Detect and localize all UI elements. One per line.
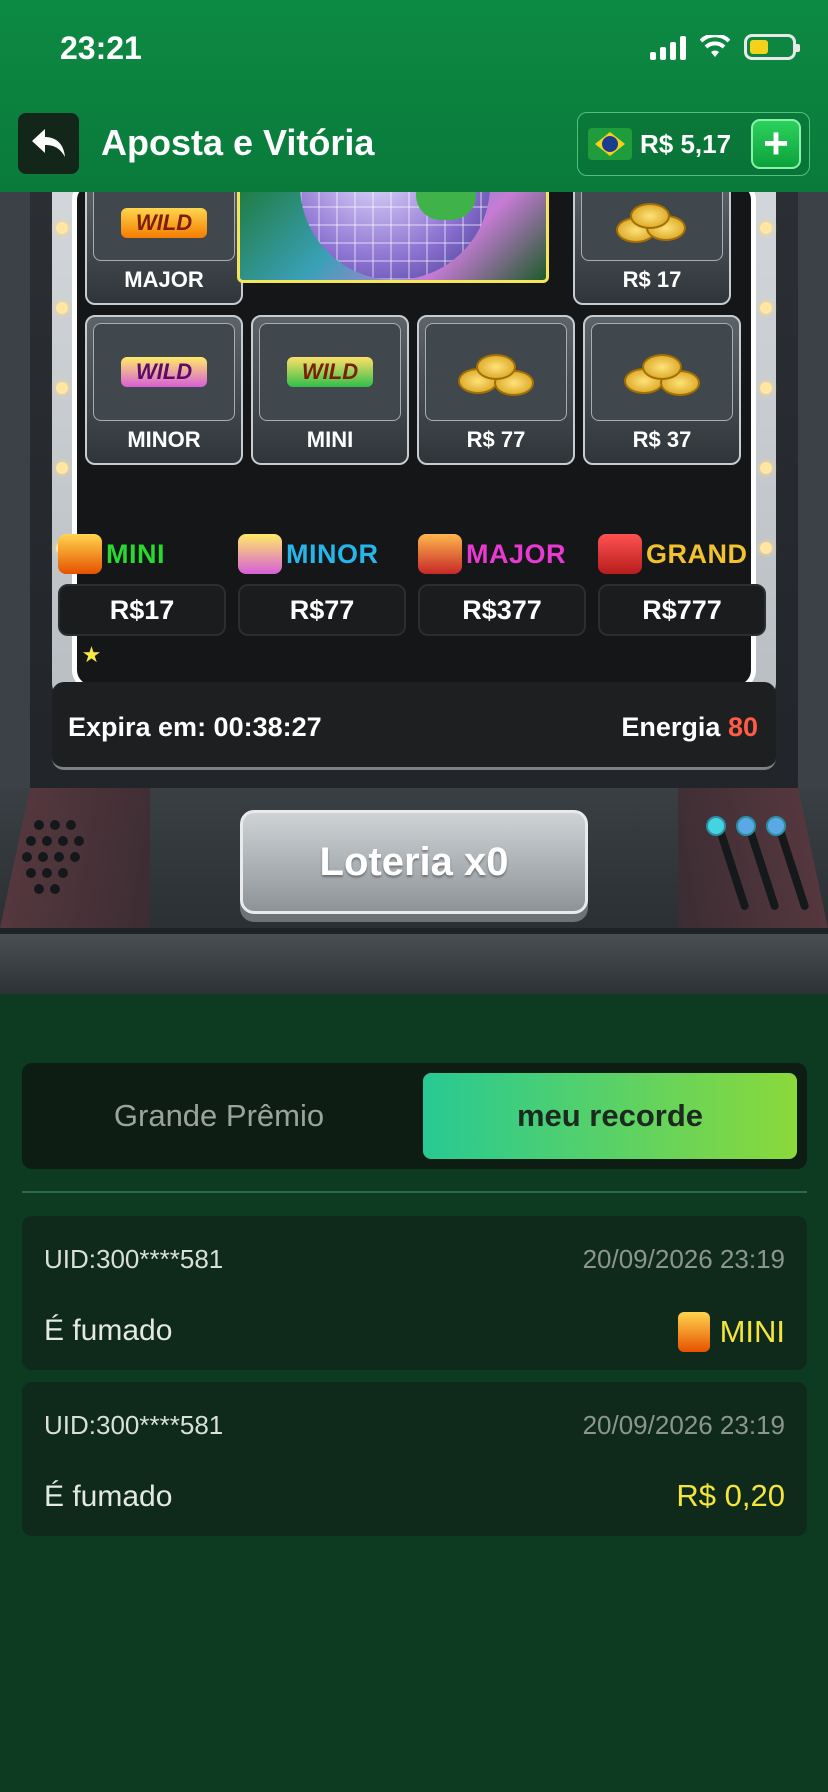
record-prize: R$ 0,20 xyxy=(676,1478,785,1514)
featured-dragon-disco-image xyxy=(237,192,549,283)
gold-coins-icon xyxy=(591,323,733,421)
jackpot-stars: ★ ★ ★ ★ ★ xyxy=(621,642,745,667)
wild-dragon-icon xyxy=(58,534,102,574)
jackpot-grand: GRAND R$777 ★ ★ ★ ★ ★ xyxy=(598,532,768,668)
deposit-button[interactable]: + xyxy=(751,119,801,169)
app-header: 23:21 Aposta e Vitória R$ 5,17 + xyxy=(0,0,828,192)
record-date: 20/09/2026 23:19 xyxy=(582,1244,785,1274)
jackpot-stars: ★ ★ ★ ★ ★ xyxy=(261,642,385,667)
jackpot-value: R$777 xyxy=(598,584,766,636)
jackpot-mini: MINI R$17 ★ ★ ★ ★ ★ xyxy=(58,532,228,668)
record-message: É fumado xyxy=(44,1314,173,1347)
record-tabs: Grande Prêmio meu recorde xyxy=(22,1063,807,1169)
wild-dragon-icon: WILD xyxy=(259,323,401,421)
record-prize-text: R$ 0,20 xyxy=(676,1478,785,1513)
jackpot-value: R$377 xyxy=(418,584,586,636)
grid-cell-label: MINOR xyxy=(127,427,201,452)
record-prize-text: MINI xyxy=(719,1314,785,1349)
jackpot-major: MAJOR R$377 ★ ★ ★ ★ ★ xyxy=(418,532,588,668)
grid-cell-coins: R$ 77 xyxy=(417,315,575,465)
jackpot-value: R$77 xyxy=(238,584,406,636)
jackpot-value: R$17 xyxy=(58,584,226,636)
signal-icon xyxy=(650,34,686,60)
slot-machine: WILD MAJOR R$ 17 WILD MINOR WILD MINI R$… xyxy=(0,192,828,994)
brazil-flag-icon xyxy=(588,128,632,160)
record-uid: UID:300****581 xyxy=(44,1244,224,1274)
jackpot-stars: ★ ★ ★ ★ ★ xyxy=(441,642,565,667)
speaker-grille xyxy=(20,820,90,900)
grid-cell-minor: WILD MINOR xyxy=(85,315,243,465)
wild-dragon-icon xyxy=(677,1312,710,1352)
jackpot-minor: MINOR R$77 ★ ★ ★ ★ ★ xyxy=(238,532,408,668)
jackpot-name: MINI xyxy=(106,538,165,569)
jackpot-name: GRAND xyxy=(646,538,748,569)
record-date: 20/09/2026 23:19 xyxy=(582,1410,785,1440)
energy-display: Energia 80 xyxy=(621,712,758,743)
gold-coins-icon xyxy=(425,323,567,421)
list-item: UID:300****581 20/09/2026 23:19 É fumado… xyxy=(22,1382,807,1536)
record-message: É fumado xyxy=(44,1480,173,1513)
grid-cell-label: MAJOR xyxy=(124,267,204,292)
grid-cell-major: WILD MAJOR xyxy=(85,192,243,305)
jackpot-name: MAJOR xyxy=(466,538,567,569)
tab-my-record[interactable]: meu recorde xyxy=(423,1073,797,1159)
grid-cell-label: MINI xyxy=(306,427,354,452)
list-item: UID:300****581 20/09/2026 23:19 É fumado… xyxy=(22,1216,807,1370)
gold-coins-icon xyxy=(581,192,723,261)
grid-cell-label: R$ 17 xyxy=(622,267,682,292)
lever-knob-icon xyxy=(766,816,786,836)
status-time: 23:21 xyxy=(60,30,142,66)
back-button[interactable] xyxy=(18,113,79,174)
grid-cell-coins: R$ 37 xyxy=(583,315,741,465)
energy-label: Energia xyxy=(621,712,721,742)
balance-box: R$ 5,17 + xyxy=(577,112,810,176)
back-arrow-icon xyxy=(31,128,65,157)
jackpot-name: MINOR xyxy=(286,538,379,569)
jackpot-stars: ★ ★ ★ ★ ★ xyxy=(81,642,205,667)
balance-amount: R$ 5,17 xyxy=(640,128,732,159)
expiry-timer: Expira em: 00:38:27 xyxy=(68,712,322,742)
wild-rabbit-icon: WILD xyxy=(93,323,235,421)
wifi-icon xyxy=(700,35,730,57)
tab-grand-prize[interactable]: Grande Prêmio xyxy=(32,1073,406,1159)
status-icons xyxy=(650,34,800,60)
grid-cell-coins: R$ 17 xyxy=(573,192,731,305)
lever-knob-icon xyxy=(736,816,756,836)
record-uid: UID:300****581 xyxy=(44,1410,224,1440)
grand-win-icon xyxy=(598,534,642,574)
battery-icon xyxy=(744,34,800,60)
divider xyxy=(22,1191,807,1193)
lottery-spin-button[interactable]: Loteria x0 xyxy=(240,810,588,914)
wild-rabbit-icon xyxy=(238,534,282,574)
lever-knob-icon xyxy=(706,816,726,836)
wild-tiger-icon xyxy=(418,534,462,574)
info-bar: Expira em: 00:38:27 Energia 80 xyxy=(52,682,776,770)
grid-cell-mini: WILD MINI xyxy=(251,315,409,465)
energy-value: 80 xyxy=(727,712,758,742)
page-title: Aposta e Vitória xyxy=(101,122,375,163)
grid-cell-label: R$ 77 xyxy=(466,427,526,452)
grid-cell-label: R$ 37 xyxy=(632,427,692,452)
record-prize: MINI xyxy=(677,1312,785,1352)
wild-tiger-icon: WILD xyxy=(93,192,235,261)
